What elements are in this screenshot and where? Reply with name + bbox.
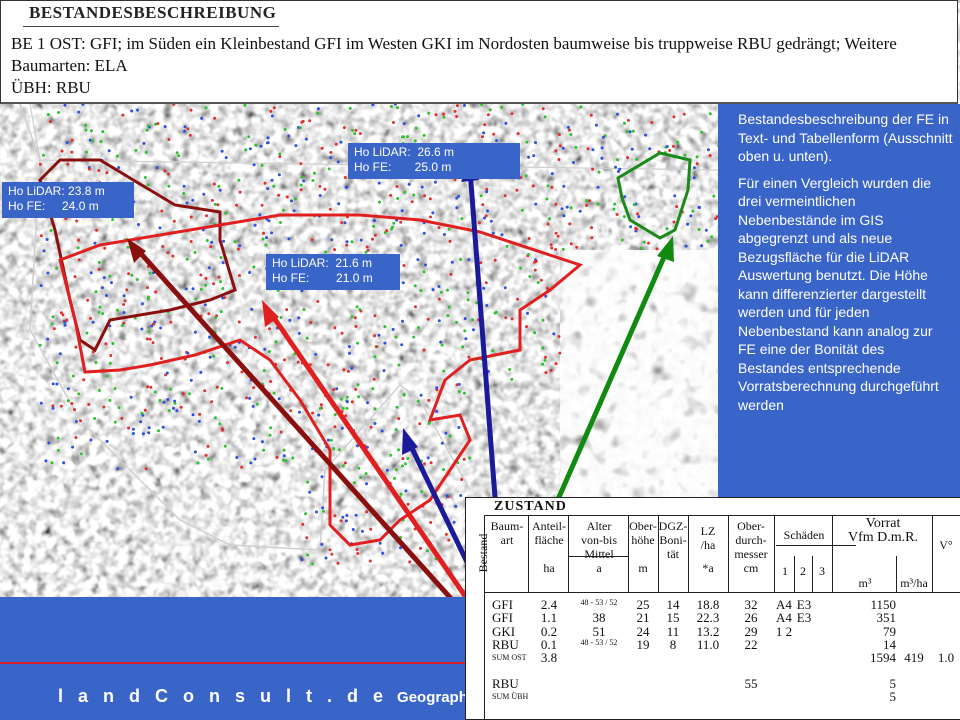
brand-name: l a n d C o n s u l t . d e — [58, 686, 389, 706]
description-line: ÜBH: RBU — [11, 78, 91, 97]
table-cell-alter-range: 48 - 53 / 52 — [580, 637, 618, 647]
stand-description-box: BESTANDESBESCHREIBUNG BE 1 OST: GFI; im … — [0, 0, 958, 104]
table-cell-art: RBU — [492, 675, 519, 691]
table-cell-art: SUM ÜBH — [492, 691, 529, 701]
header-lz: LZ/ha *a — [700, 524, 716, 575]
height-label-west: Ho LiDAR: 23.8 m Ho FE: 24.0 m — [2, 182, 134, 218]
table-cell-v: 1.0 — [937, 650, 955, 666]
table-cell-vorrat: 5 — [889, 675, 897, 691]
table-cell-lz: 11.0 — [696, 636, 720, 652]
height-label-north: Ho LiDAR: 26.6 m Ho FE: 25.0 m — [348, 143, 520, 179]
footer-divider — [0, 662, 470, 664]
table-cell-vha: 419 — [904, 650, 924, 666]
description-text: BE 1 OST: GFI; im Süden ein Kleinbestand… — [11, 33, 941, 99]
table-cell-art: SUM OST — [492, 653, 527, 663]
title-underline — [23, 26, 279, 27]
fe-height: Ho FE: 24.0 m — [8, 199, 99, 213]
height-label-center: Ho LiDAR: 21.6 m Ho FE: 21.0 m — [266, 254, 400, 290]
header-schaeden: Schäden — [783, 528, 825, 542]
header-vorrat: Vorrat Vfm D.m.R. — [848, 516, 918, 545]
lidar-height: Ho LiDAR: 26.6 m — [354, 145, 455, 159]
lidar-height: Ho LiDAR: 21.6 m — [272, 256, 373, 270]
table-cell-s2: E3 — [796, 610, 812, 626]
header-alter: Alter von-bis Mittel a — [581, 519, 617, 575]
table-title: ZUSTAND — [494, 499, 567, 514]
header-baumart: Baum-art — [490, 519, 524, 547]
header-dgz: DGZ- Boni-tät — [658, 519, 688, 561]
table-cell-vorrat: 1594 — [870, 650, 896, 666]
table-cell-art: RBU — [492, 636, 519, 652]
header-durchmesser: Ober-durch- messer cm — [734, 519, 768, 575]
fe-height: Ho FE: 21.0 m — [272, 271, 373, 285]
table-cell-s1: 1 2 — [775, 623, 793, 639]
table-cell-hoehe: 19 — [636, 636, 650, 652]
table-cell-anteil: 3.8 — [540, 650, 558, 666]
table-cell-dm: 22 — [744, 636, 758, 652]
side-paragraph-1: Bestandesbeschreibung der FE in Text- un… — [738, 111, 953, 164]
side-explanation: Bestandesbeschreibung der FE in Text- un… — [738, 110, 954, 422]
description-line: BE 1 OST: GFI; im Süden ein Kleinbestand… — [11, 34, 897, 53]
side-paragraph-2: Für einen Vergleich wurden die drei verm… — [738, 174, 939, 413]
header-v: V° — [939, 538, 953, 552]
description-line: Baumarten: ELA — [11, 56, 128, 75]
lidar-height: Ho LiDAR: 23.8 m — [8, 184, 105, 198]
description-title: BESTANDESBESCHREIBUNG — [29, 3, 277, 22]
condition-table: ZUSTAND Bestand Baum-art Anteil-fläche h… — [465, 497, 960, 720]
header-oberhoehe: Ober-höhe m — [629, 519, 657, 575]
fe-height: Ho FE: 25.0 m — [354, 160, 452, 174]
table-cell-dgz: 8 — [669, 636, 677, 652]
header-anteil: Anteil-fläche ha — [532, 519, 566, 575]
table-cell-alter-range: 48 - 53 / 52 — [580, 598, 618, 607]
table-cell-dm: 55 — [744, 675, 758, 691]
table-cell-vorrat: 5 — [889, 688, 897, 704]
